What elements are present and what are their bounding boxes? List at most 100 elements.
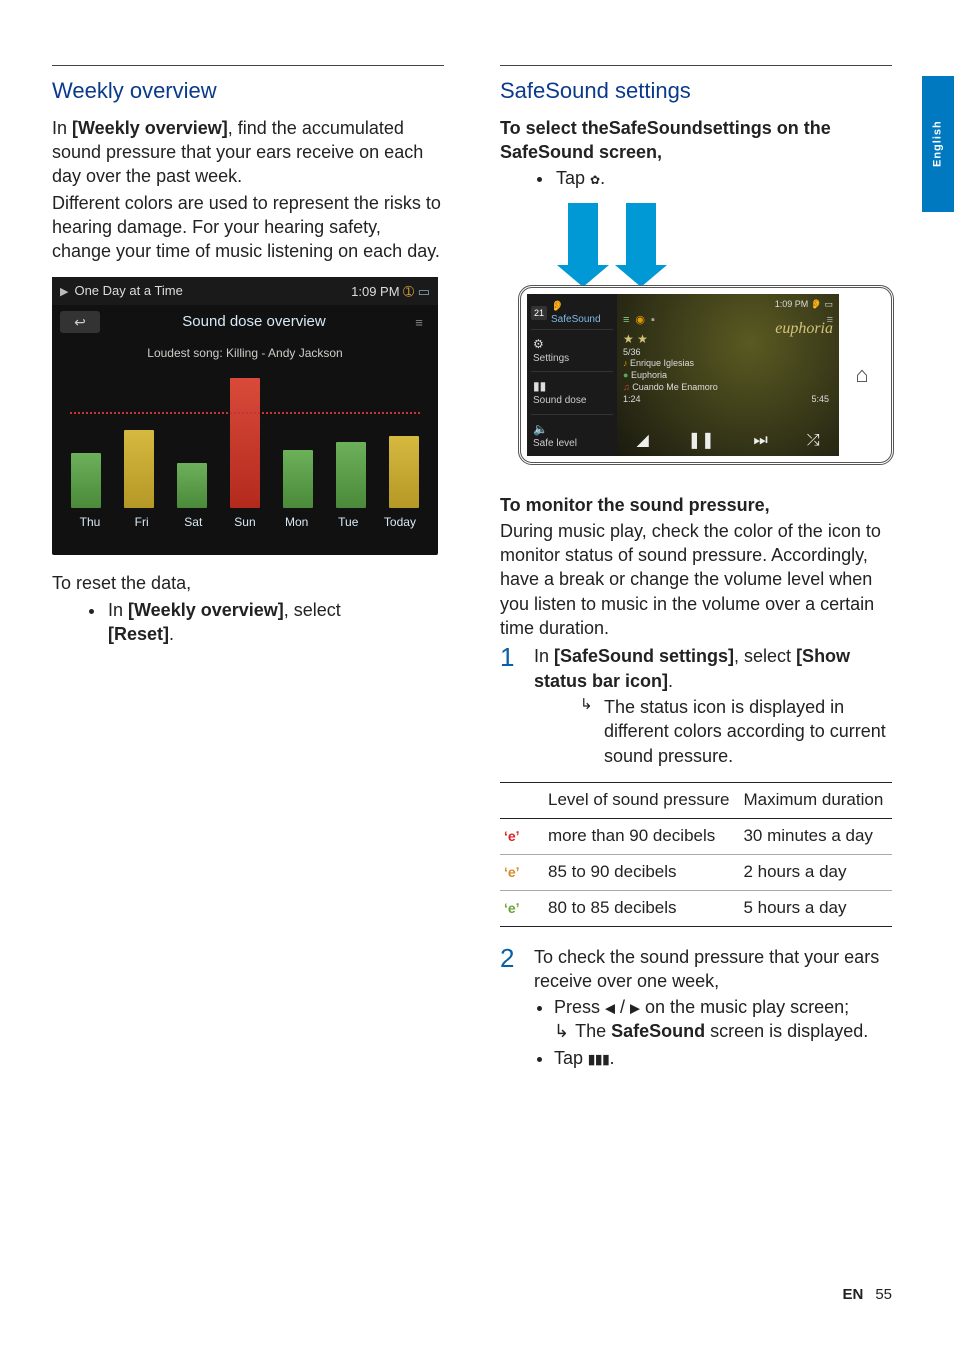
step2-text: To check the sound pressure that your ea… bbox=[534, 945, 892, 994]
sound-level-table: Level of sound pressure Maximum duration… bbox=[500, 782, 892, 927]
bar-tue bbox=[336, 442, 366, 508]
calendar-day: 21 bbox=[531, 306, 547, 320]
text: Tap bbox=[556, 168, 590, 188]
pause-button[interactable]: ❚❚ bbox=[688, 430, 715, 452]
text: In bbox=[108, 600, 128, 620]
text: , select bbox=[284, 600, 341, 620]
bar-sun bbox=[230, 378, 260, 508]
select-settings-heading: To select theSafeSoundsettings on the Sa… bbox=[500, 116, 892, 165]
gear-icon: ✿ bbox=[590, 173, 600, 187]
ear-icon-orange: ʻeʼ bbox=[504, 864, 520, 880]
cell-level: more than 90 decibels bbox=[544, 818, 739, 854]
device-sidebar: 21 👂 SafeSound ⚙Settings ▮▮Sound dose 🔈S… bbox=[527, 294, 617, 456]
language-tab: English bbox=[922, 76, 954, 212]
result-arrow-icon: ↳ bbox=[580, 695, 600, 768]
text: Sound dose bbox=[533, 395, 586, 406]
safesound-screen-figure: 21 👂 SafeSound ⚙Settings ▮▮Sound dose 🔈S… bbox=[500, 197, 894, 473]
sound-dose-screenshot: ▶One Day at a Time 1:09 PM ➀ ▭ ↩ Sound d… bbox=[52, 277, 438, 555]
table-row: ʻeʼ 80 to 85 decibels 5 hours a day bbox=[500, 890, 892, 926]
menu-icon[interactable]: ≡ bbox=[408, 314, 430, 332]
next-button[interactable]: ⏭ bbox=[753, 430, 767, 452]
duration: 5:45 bbox=[811, 394, 829, 406]
list-icon[interactable]: ≡ bbox=[623, 313, 629, 328]
sidebar-item-settings[interactable]: ⚙Settings bbox=[531, 329, 613, 372]
device-main: 1:09 PM 👂 ▭ ≡ ◉ ▪ ≡ euphoria ★ ★ 5/36 bbox=[617, 294, 839, 456]
footer-page: 55 bbox=[875, 1286, 892, 1303]
song-name: ♫ Cuando Me Enamoro bbox=[623, 382, 833, 394]
artist-name: ♪ Enrique Iglesias bbox=[623, 358, 833, 370]
bar-mon bbox=[283, 450, 313, 508]
footer-lang: EN bbox=[842, 1286, 863, 1303]
step2-bullet-1: Press ◀ / ▶ on the music play screen; ↳ … bbox=[554, 995, 892, 1044]
left-triangle-icon: ◀ bbox=[605, 1001, 615, 1016]
arrow-down-icon bbox=[568, 203, 598, 267]
weekly-overview-intro: In [Weekly overview], find the accumulat… bbox=[52, 116, 444, 189]
reset-heading: To reset the data, bbox=[52, 571, 444, 595]
table-header-duration: Maximum duration bbox=[739, 782, 892, 818]
text: [Weekly overview] bbox=[128, 600, 284, 620]
table-header-level: Level of sound pressure bbox=[544, 782, 739, 818]
tap-gear-instruction: Tap ✿. bbox=[554, 166, 892, 190]
page-footer: EN 55 bbox=[842, 1285, 892, 1305]
text: . bbox=[169, 624, 174, 644]
bars-icon: ▮▮▮ bbox=[588, 1051, 609, 1066]
sidebar-item-safe-level[interactable]: 🔈Safe level bbox=[531, 414, 613, 457]
day-label: Today bbox=[382, 514, 418, 530]
cell-duration: 5 hours a day bbox=[739, 890, 892, 926]
cell-level: 80 to 85 decibels bbox=[544, 890, 739, 926]
album-name: ● Euphoria bbox=[623, 370, 833, 382]
device-frame: 21 👂 SafeSound ⚙Settings ▮▮Sound dose 🔈S… bbox=[518, 285, 894, 465]
day-label: Sat bbox=[175, 514, 211, 530]
bar-sat bbox=[177, 463, 207, 508]
bar-fri bbox=[124, 430, 154, 508]
device-home-area: ⌂ bbox=[839, 294, 885, 456]
step-number-2: 2 bbox=[500, 945, 524, 1072]
bars-icon: ▮▮ bbox=[533, 378, 611, 394]
text: [Reset] bbox=[108, 624, 169, 644]
loudest-song-label: Loudest song: Killing - Andy Jackson bbox=[62, 345, 428, 361]
disc-icon[interactable]: ◉ bbox=[635, 313, 645, 328]
gear-icon: ⚙ bbox=[533, 336, 611, 352]
ear-icon-green: ʻeʼ bbox=[504, 900, 520, 916]
speaker-icon: 🔈 bbox=[533, 421, 611, 437]
status-time: 1:09 PM ➀ ▭ bbox=[351, 283, 430, 301]
track-count: 5/36 bbox=[623, 347, 833, 359]
day-label: Thu bbox=[72, 514, 108, 530]
day-label: Sun bbox=[227, 514, 263, 530]
step2-result: The SafeSound screen is displayed. bbox=[575, 1019, 868, 1043]
monitor-heading: To monitor the sound pressure, bbox=[500, 493, 892, 517]
reset-instruction: In [Weekly overview], select [Reset]. bbox=[106, 598, 444, 647]
device-time: 1:09 PM 👂 ▭ bbox=[775, 298, 833, 310]
bar-today bbox=[389, 436, 419, 508]
weekly-overview-heading: Weekly overview bbox=[52, 70, 444, 106]
safesound-settings-heading: SafeSound settings bbox=[500, 70, 892, 106]
arrow-down-icon bbox=[626, 203, 656, 267]
vol-icon[interactable]: ▪ bbox=[651, 313, 655, 328]
text: . bbox=[600, 168, 605, 188]
step1-result: The status icon is displayed in differen… bbox=[604, 695, 892, 768]
day-label: Fri bbox=[124, 514, 160, 530]
play-icon: ▶ bbox=[60, 286, 68, 298]
right-triangle-icon: ▶ bbox=[630, 1001, 640, 1016]
home-icon[interactable]: ⌂ bbox=[855, 360, 868, 390]
sound-dose-chart: Loudest song: Killing - Andy Jackson Thu… bbox=[52, 339, 438, 555]
day-label: Mon bbox=[279, 514, 315, 530]
corner-icon[interactable]: ◢ bbox=[636, 430, 648, 452]
monitor-body: During music play, check the color of th… bbox=[500, 519, 892, 640]
threshold-line bbox=[70, 412, 420, 414]
back-button[interactable]: ↩ bbox=[60, 311, 100, 333]
table-row: ʻeʼ 85 to 90 decibels 2 hours a day bbox=[500, 854, 892, 890]
cell-duration: 30 minutes a day bbox=[739, 818, 892, 854]
safesound-label: 👂 SafeSound bbox=[551, 300, 613, 327]
album-art-text: euphoria bbox=[775, 318, 833, 340]
status-icon: ➀ bbox=[403, 284, 414, 299]
bar-thu bbox=[71, 453, 101, 508]
weekly-overview-colors: Different colors are used to represent t… bbox=[52, 191, 444, 264]
cell-level: 85 to 90 decibels bbox=[544, 854, 739, 890]
shuffle-button[interactable]: ⤮ bbox=[807, 430, 820, 452]
step2-bullet-2: Tap ▮▮▮. bbox=[554, 1046, 892, 1070]
sidebar-item-sound-dose[interactable]: ▮▮Sound dose bbox=[531, 371, 613, 414]
step-number-1: 1 bbox=[500, 644, 524, 767]
text: In bbox=[52, 118, 72, 138]
battery-icon: ▭ bbox=[418, 284, 430, 299]
